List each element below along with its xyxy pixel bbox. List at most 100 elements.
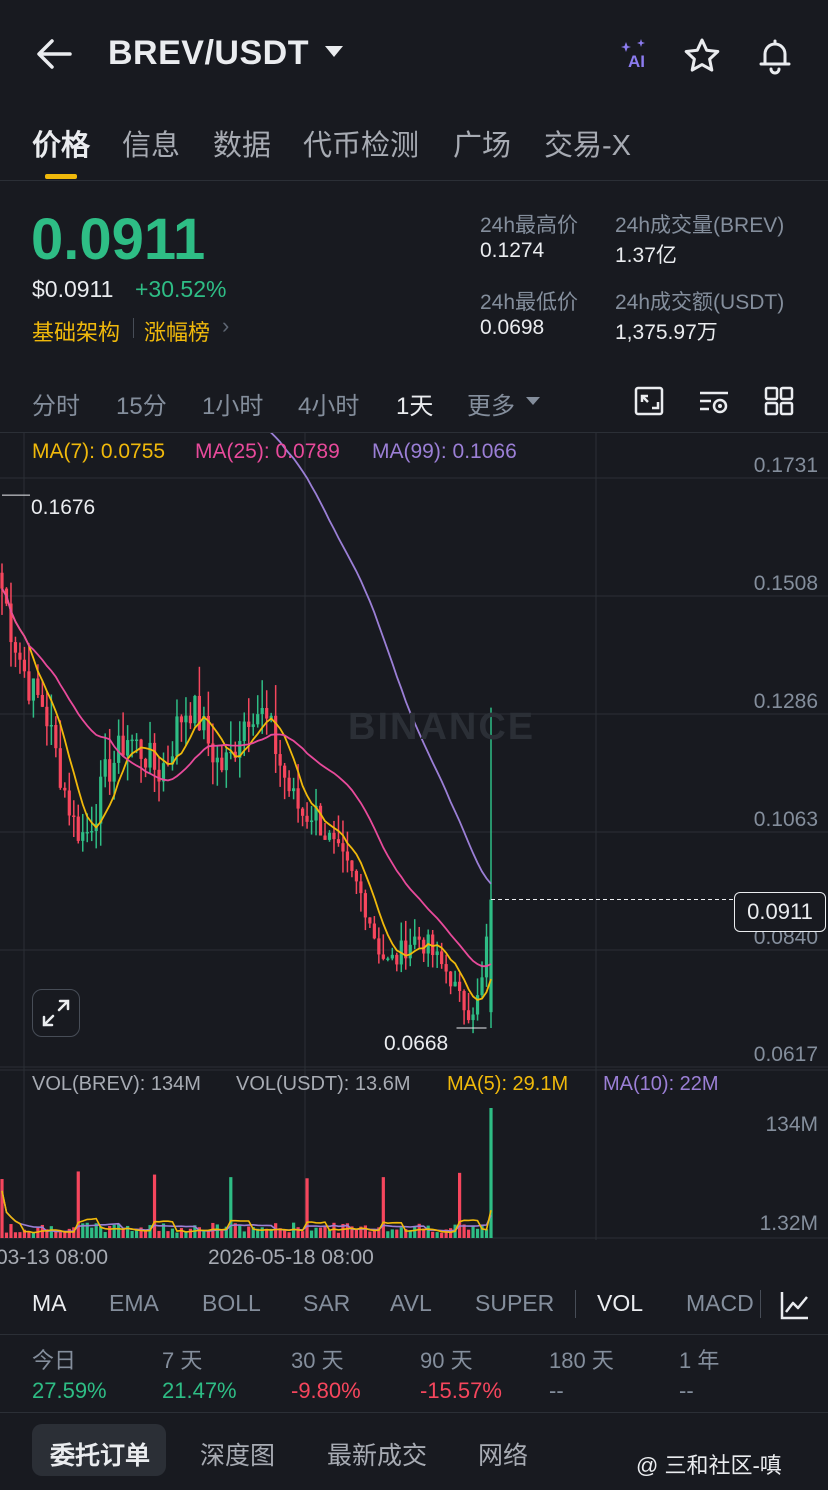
perf-value: -15.57% [420, 1378, 502, 1403]
timeframe-line[interactable]: 分时 [32, 386, 80, 421]
candle-body [283, 765, 287, 778]
indicator-avl[interactable]: AVL [390, 1290, 432, 1317]
volume-bar [242, 1231, 246, 1238]
perf-value: -- [679, 1378, 694, 1403]
volume-bar [67, 1228, 71, 1238]
indicator-vol[interactable]: VOL [597, 1290, 643, 1317]
volume-bar [143, 1230, 148, 1238]
more-caret-icon[interactable] [526, 397, 540, 405]
candle-body [408, 944, 412, 959]
candle-body [457, 981, 462, 991]
candle-body [58, 748, 62, 788]
volume-bar [260, 1227, 264, 1238]
candle-body [413, 936, 417, 945]
chart-settings-icon[interactable] [632, 384, 666, 418]
candle-body [22, 659, 27, 672]
candle-body [292, 788, 296, 792]
volume-bar [49, 1226, 53, 1238]
ma25-legend: MA(25): 0.0789 [195, 440, 340, 463]
tab-data[interactable]: 数据 [213, 122, 271, 164]
indicator-boll[interactable]: BOLL [202, 1290, 261, 1317]
candle-body [99, 776, 103, 824]
candle-body [440, 951, 444, 965]
perf-value: -9.80% [291, 1378, 361, 1403]
category-tag[interactable]: 基础架构 [32, 315, 120, 347]
candle-body [0, 572, 4, 589]
tab-trade-x[interactable]: 交易-X [544, 122, 631, 164]
volume-bar [426, 1225, 430, 1238]
star-icon[interactable] [682, 36, 722, 76]
candle-body [152, 742, 157, 770]
candle-body [54, 724, 58, 749]
candle-body [40, 694, 44, 707]
timeframe-15m[interactable]: 15分 [116, 386, 167, 421]
timeframe-1d[interactable]: 1天 [396, 386, 433, 421]
tab-depth-chart[interactable]: 深度图 [200, 1436, 275, 1472]
volume-bar [220, 1230, 224, 1238]
low-value: 0.0698 [480, 316, 545, 339]
candle-body [466, 1010, 471, 1021]
candle-body [484, 936, 489, 978]
volume-bar [18, 1232, 22, 1238]
volume-bar [399, 1227, 403, 1238]
volume-bar [9, 1224, 13, 1238]
tab-price[interactable]: 价格 [32, 122, 90, 164]
chevron-down-icon[interactable] [325, 46, 343, 57]
volume-base-value: 1.37亿 [615, 244, 677, 267]
timeframe-1h[interactable]: 1小时 [202, 386, 263, 421]
grid-layout-icon[interactable] [762, 384, 796, 418]
indicator-ema[interactable]: EMA [109, 1290, 159, 1317]
volume-bar [157, 1230, 161, 1238]
bell-icon[interactable] [755, 36, 795, 76]
expand-chart-button[interactable] [32, 989, 80, 1037]
candle-body [184, 715, 188, 723]
tab-square[interactable]: 广场 [453, 122, 511, 164]
ma7-legend: MA(7): 0.0755 [32, 440, 166, 463]
indicator-chart-icon[interactable] [778, 1288, 812, 1322]
back-arrow-icon[interactable] [34, 36, 74, 72]
timeframe-4h[interactable]: 4小时 [298, 386, 359, 421]
tab-recent-trades[interactable]: 最新成交 [327, 1436, 427, 1472]
candle-body [224, 752, 228, 771]
volume-quote-value: 1,375.97万 [615, 321, 718, 344]
candle-body [256, 714, 260, 725]
indicator-macd[interactable]: MACD [686, 1290, 754, 1317]
candle-body [386, 958, 390, 960]
indicator-ma[interactable]: MA [32, 1290, 67, 1317]
volume-bar [152, 1174, 157, 1238]
volume-bar [229, 1177, 233, 1238]
volume-bar [318, 1227, 323, 1238]
volume-bar [130, 1231, 134, 1238]
candle-body [157, 769, 161, 782]
indicator-settings-icon[interactable] [697, 384, 731, 418]
tab-info[interactable]: 信息 [122, 122, 180, 164]
candlestick-chart[interactable] [0, 433, 828, 1283]
volume-bar [386, 1231, 390, 1238]
indicator-super[interactable]: SUPER [475, 1290, 554, 1317]
candle-body [368, 917, 372, 924]
section-tabs: 价格 信息 数据 代币检测 广场 交易-X [0, 118, 828, 181]
timeframe-more[interactable]: 更多 [467, 386, 515, 421]
chevron-right-icon[interactable]: › [222, 313, 229, 339]
vol-axis-tick: 134M [765, 1113, 818, 1136]
volume-base-label: 24h成交量(BREV) [615, 214, 785, 237]
candle-body [435, 951, 439, 956]
ai-sparkle-icon[interactable]: AI [616, 36, 656, 76]
volume-bar [457, 1172, 462, 1238]
tab-token-check[interactable]: 代币检测 [303, 122, 419, 164]
candle-body [175, 716, 179, 757]
candle-body [327, 832, 332, 840]
volume-bar [471, 1225, 475, 1238]
tab-open-orders[interactable]: 委托订单 [50, 1436, 150, 1472]
tab-network[interactable]: 网络 [478, 1436, 528, 1472]
candle-body [81, 832, 85, 841]
gainers-tag[interactable]: 涨幅榜 [144, 315, 210, 347]
candle-body [390, 954, 394, 959]
price-axis-tick: 0.1063 [753, 808, 818, 831]
pair-title[interactable]: BREV/USDT [108, 34, 309, 73]
binance-watermark: BINANCE [348, 706, 536, 748]
active-tab-indicator [45, 174, 77, 179]
ma99-legend: MA(99): 0.1066 [372, 440, 517, 463]
volume-quote-label: 24h成交额(USDT) [615, 291, 785, 314]
indicator-sar[interactable]: SAR [303, 1290, 350, 1317]
